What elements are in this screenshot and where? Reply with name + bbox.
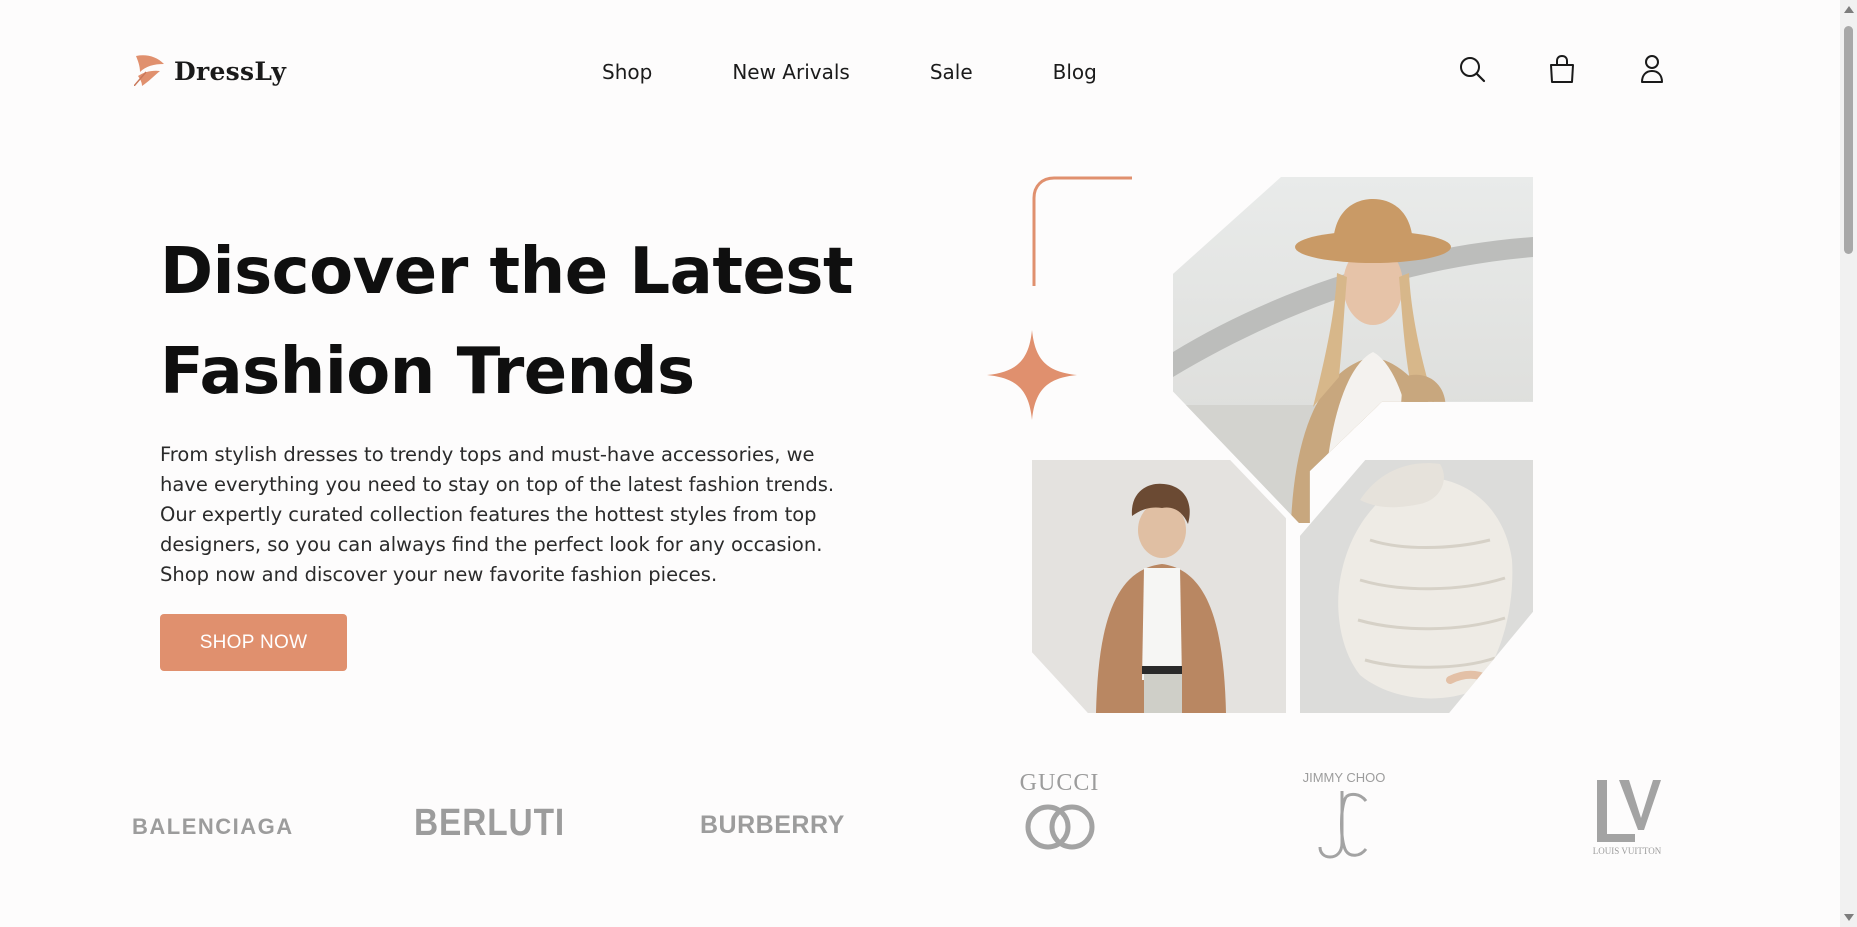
knit-sweater-photo [1300, 460, 1533, 713]
page-scrollbar[interactable] [1840, 0, 1857, 927]
hero-title-line-1: Discover the Latest [160, 235, 854, 309]
jimmy-choo-jc-icon [1318, 791, 1368, 859]
brand-logo[interactable]: DressLy [133, 52, 287, 90]
brand-logo-berluti[interactable]: BERLUTI [414, 802, 565, 845]
brand-jimmy-choo-wordmark: JIMMY CHOO [1302, 770, 1386, 785]
brand-logo-burberry[interactable]: BURBERRY [700, 811, 845, 840]
nav-link-sale[interactable]: Sale [930, 60, 973, 84]
hero-description: From stylish dresses to trendy tops and … [160, 443, 835, 586]
corner-bracket-decoration [1032, 176, 1132, 286]
scroll-down-arrow-icon[interactable] [1844, 914, 1854, 921]
brand-gucci-wordmark: GUCCI [1019, 770, 1100, 796]
scrollbar-thumb[interactable] [1844, 26, 1853, 254]
brand-logo-gucci[interactable]: GUCCI [1012, 770, 1107, 857]
gucci-gg-icon [1025, 804, 1094, 850]
brand-logo-louis-vuitton[interactable]: LOUIS VUITTON [1586, 778, 1668, 856]
shopping-bag-icon[interactable] [1548, 54, 1576, 84]
hero-title: Discover the Latest Fashion Trends [160, 222, 854, 422]
leaf-plane-logo-icon [133, 52, 166, 90]
hero-collage [980, 170, 1560, 720]
scroll-up-arrow-icon[interactable] [1844, 6, 1854, 13]
nav-link-new-arrivals[interactable]: New Arivals [732, 60, 850, 84]
brand-logo-balenciaga[interactable]: BALENCIAGA [132, 814, 294, 840]
man-in-coat-photo [1032, 460, 1286, 713]
search-icon[interactable] [1458, 54, 1486, 84]
brand-logos-row: BALENCIAGA BERLUTI BURBERRY GUCCI JIMMY … [0, 770, 1857, 880]
shop-now-button[interactable]: SHOP NOW [160, 614, 347, 671]
sparkle-star-icon [987, 330, 1077, 420]
brand-louis-vuitton-wordmark: LOUIS VUITTON [1592, 846, 1662, 856]
header-actions [1458, 54, 1666, 84]
nav-link-blog[interactable]: Blog [1053, 60, 1097, 84]
hero-title-line-2: Fashion Trends [160, 335, 695, 409]
nav-link-shop[interactable]: Shop [602, 60, 652, 84]
user-icon[interactable] [1638, 54, 1666, 84]
brand-name: DressLy [174, 56, 287, 86]
louis-vuitton-lv-icon [1597, 780, 1661, 842]
main-nav: Shop New Arivals Sale Blog [602, 60, 1097, 84]
brand-logo-jimmy-choo[interactable]: JIMMY CHOO [1298, 770, 1390, 865]
